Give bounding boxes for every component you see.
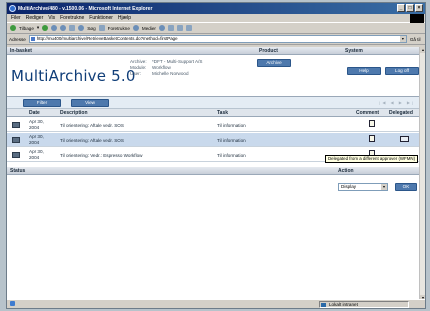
table-header: Date Description Task Comment Delegated: [7, 109, 421, 117]
document-icon: [12, 137, 20, 143]
menu-bar: Filer Rediger Vis Foretrukne Funktioner …: [7, 14, 425, 23]
menu-item-file[interactable]: Filer: [11, 15, 21, 21]
delegated-icon[interactable]: [400, 136, 409, 142]
row-description[interactable]: Til orientering: Aftale vedr. SOS: [60, 123, 124, 128]
app-header: MultiArchive 5.0 Archive: *DFT - Multi-Su…: [7, 55, 421, 95]
history-icon[interactable]: [158, 25, 165, 31]
menu-item-view[interactable]: Vis: [48, 15, 55, 21]
window-title: MultiArchive/480 - v.1500.06 - Microsoft…: [18, 5, 153, 12]
col-description[interactable]: Description: [60, 110, 88, 116]
inbasket-header: In-basket Product System: [7, 47, 421, 55]
col-delegated[interactable]: Delegated: [389, 110, 413, 116]
col-comment[interactable]: Comment: [356, 110, 379, 116]
row-date: Apr 30, 2004: [29, 119, 44, 130]
row-description[interactable]: Til orientering: Vedr.: Espresso Workflo…: [60, 153, 142, 158]
windows-logo-icon: [410, 14, 424, 23]
search-button[interactable]: Søg: [87, 26, 95, 31]
status-header: Status Action: [7, 167, 421, 175]
filter-bar: Filter View |◀ ◀ ▶ ▶|: [7, 97, 421, 109]
address-input[interactable]: http://mu400/multiarchive/RetrieveBasket…: [28, 35, 407, 43]
col-task[interactable]: Task: [217, 110, 228, 116]
row-task: Til information: [217, 152, 246, 158]
archive-button[interactable]: Archive: [257, 59, 291, 67]
edit-icon[interactable]: [185, 25, 192, 31]
address-bar: Adresse http://mu400/multiarchive/Retrie…: [7, 34, 425, 45]
stop-icon[interactable]: [51, 25, 58, 31]
ie-logo-icon: [9, 5, 16, 12]
security-zone: Lokalt intranet: [319, 301, 409, 308]
media-button[interactable]: Medier: [142, 26, 156, 31]
session-info: Archive: *DFT - Multi-Support A/S Module:…: [130, 59, 202, 77]
search-icon[interactable]: [78, 25, 85, 31]
row-date: Apr 30, 2004: [29, 134, 44, 145]
row-date: Apr 30, 2004: [29, 149, 44, 160]
pager-controls[interactable]: |◀ ◀ ▶ ▶|: [379, 100, 415, 105]
document-icon: [12, 122, 20, 128]
favorites-button[interactable]: Foretrukne: [108, 26, 130, 31]
mail-icon[interactable]: [167, 25, 174, 31]
module-value: Workflow: [152, 65, 171, 70]
action-select-value: Display: [341, 184, 357, 189]
address-label: Adresse: [9, 36, 26, 42]
table-row[interactable]: Apr 30, 2004 Til orientering: Aftale ved…: [7, 133, 421, 147]
app-logo: MultiArchive 5.0: [11, 67, 136, 85]
menu-item-tools[interactable]: Funktioner: [89, 15, 113, 21]
table-row[interactable]: Apr 30, 2004 Til orientering: Aftale ved…: [7, 118, 421, 132]
filter-button[interactable]: Filter: [23, 99, 61, 107]
action-select[interactable]: Display ▾: [338, 183, 388, 191]
user-label: User:: [130, 71, 141, 76]
go-button[interactable]: Gå til: [410, 37, 421, 42]
refresh-icon[interactable]: [60, 25, 67, 31]
inbasket-title: In-basket: [10, 48, 32, 54]
delegated-tooltip: Delegated from a different approver (WFM…: [325, 155, 419, 163]
ok-button[interactable]: OK: [395, 183, 417, 191]
view-button[interactable]: View: [71, 99, 109, 107]
document-icon: [12, 152, 20, 158]
product-title: Product: [259, 48, 278, 54]
minimize-button[interactable]: _: [397, 4, 405, 12]
page-content: In-basket Product System MultiArchive 5.…: [7, 47, 421, 301]
media-icon[interactable]: [132, 25, 139, 31]
logoff-button[interactable]: Log off: [385, 67, 419, 75]
menu-item-help[interactable]: Hjælp: [118, 15, 131, 21]
title-bar: MultiArchive/480 - v.1500.06 - Microsoft…: [7, 3, 425, 14]
comment-icon[interactable]: [369, 135, 375, 142]
menu-item-edit[interactable]: Rediger: [26, 15, 44, 21]
browser-status-bar: Lokalt intranet: [7, 299, 425, 308]
chevron-down-icon[interactable]: ▾: [381, 184, 387, 190]
dropdown-arrow-icon[interactable]: ▾: [37, 25, 39, 31]
archive-value: *DFT - Multi-Support A/S: [152, 59, 203, 64]
row-task: Til information: [217, 122, 246, 128]
row-task: Til information: [217, 137, 246, 143]
scroll-up-icon[interactable]: ▴: [420, 47, 425, 53]
print-icon[interactable]: [176, 25, 183, 31]
browser-window: MultiArchive/480 - v.1500.06 - Microsoft…: [6, 2, 426, 309]
address-dropdown-icon[interactable]: ▾: [399, 36, 406, 42]
status-title: Status: [10, 168, 26, 174]
home-icon[interactable]: [69, 25, 76, 31]
back-arrow-icon[interactable]: [10, 25, 16, 31]
close-button[interactable]: ×: [415, 4, 423, 12]
help-button[interactable]: Help: [347, 67, 381, 75]
action-title: Action: [338, 168, 354, 174]
col-date[interactable]: Date: [29, 110, 40, 116]
comment-icon[interactable]: [369, 120, 375, 127]
back-button[interactable]: Tilbage: [19, 26, 34, 31]
address-url: http://mu400/multiarchive/RetrieveBasket…: [36, 36, 178, 41]
forward-arrow-icon[interactable]: [42, 25, 49, 31]
favorites-icon[interactable]: [98, 25, 105, 31]
page-done-icon: [10, 301, 15, 306]
vertical-scrollbar[interactable]: ▴ ▾: [419, 47, 425, 301]
toolbar: Tilbage ▾ Søg Foretrukne Medier: [7, 23, 425, 34]
system-title: System: [345, 48, 363, 54]
maximize-button[interactable]: □: [406, 4, 414, 12]
row-description[interactable]: Til orientering: Aftale vedr. SOS: [60, 138, 124, 143]
user-value: Michelle Norwood: [152, 71, 189, 76]
menu-item-favorites[interactable]: Foretrukne: [60, 15, 84, 21]
